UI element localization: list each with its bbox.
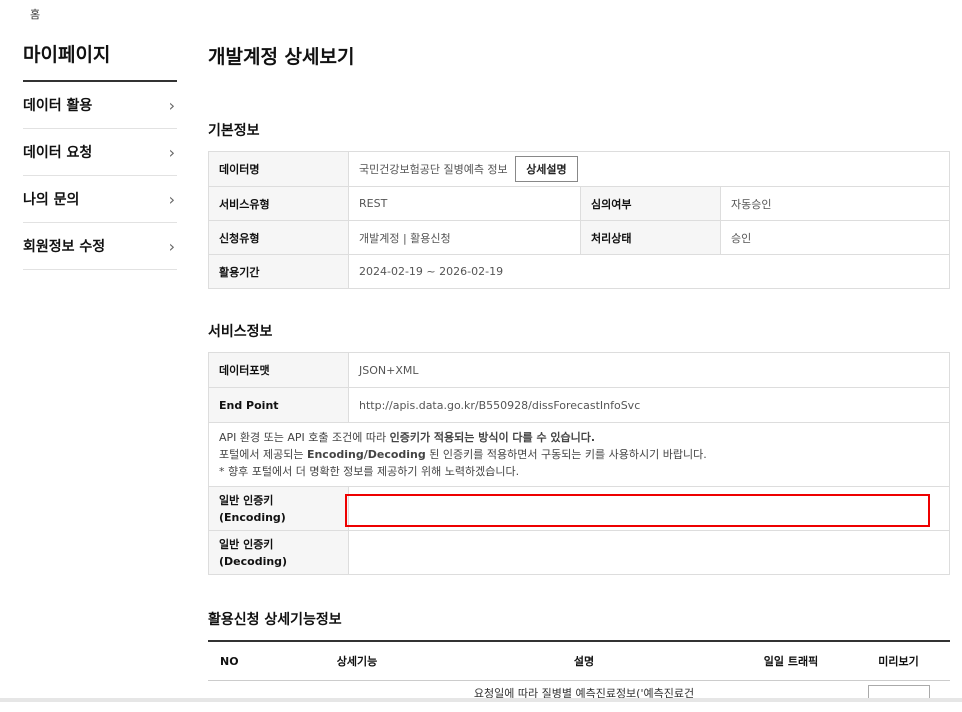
table-row: 요청일에 따라 질병별 예측진료정보('예측진료건 [208,681,950,712]
format-value: JSON+XML [349,353,950,388]
col-no-header: NO [208,641,281,681]
encoding-key-highlight-box [345,494,930,527]
col-detail-function-header: 상세기능 [281,641,433,681]
sidebar-item-data-request[interactable]: 데이터 요청 › [23,129,177,176]
chevron-right-icon: › [169,190,175,209]
sidebar-item-data-use[interactable]: 데이터 활용 › [23,82,177,129]
breadcrumb[interactable]: 홈 [30,6,40,22]
sidebar-item-edit-member[interactable]: 회원정보 수정 › [23,223,177,270]
chevron-right-icon: › [169,96,175,115]
period-value: 2024-02-19 ~ 2026-02-19 [349,255,950,289]
sidebar-item-label: 데이터 활용 [23,95,92,115]
service-info-table: 데이터포맷 JSON+XML End Point http://apis.dat… [208,352,950,575]
decoding-key-label: 일반 인증키(Decoding) [209,531,349,575]
status-label: 처리상태 [581,221,721,255]
review-label: 심의여부 [581,187,721,221]
col-description-header: 설명 [433,641,735,681]
period-label: 활용기간 [209,255,349,289]
data-name-label: 데이터명 [209,152,349,187]
endpoint-value[interactable]: http://apis.data.go.kr/B550928/dissForec… [349,388,950,423]
service-type-label: 서비스유형 [209,187,349,221]
endpoint-label: End Point [209,388,349,423]
row-description: 요청일에 따라 질병별 예측진료정보('예측진료건 [433,681,735,712]
review-value: 자동승인 [721,187,950,221]
sidebar-item-label: 나의 문의 [23,189,79,209]
feature-info-heading: 활용신청 상세기능정보 [208,609,342,629]
sidebar-item-my-inquiry[interactable]: 나의 문의 › [23,176,177,223]
sidebar-item-label: 데이터 요청 [23,142,92,162]
chevron-right-icon: › [169,143,175,162]
decoding-key-value[interactable] [349,531,950,575]
basic-info-table: 데이터명 국민건강보험공단 질병예측 정보 상세설명 서비스유형 REST 심의… [208,151,950,289]
col-preview-header: 미리보기 [847,641,950,681]
data-name-value: 국민건강보험공단 질병예측 정보 [359,163,508,176]
notice-line-3: * 향후 포털에서 더 명확한 정보를 제공하기 위해 노력하겠습니다. [219,463,939,480]
preview-button[interactable] [868,685,930,698]
sidebar: 마이페이지 데이터 활용 › 데이터 요청 › 나의 문의 › 회원정보 수정 … [23,40,177,270]
page-title: 개발계정 상세보기 [208,42,354,69]
service-info-heading: 서비스정보 [208,321,272,341]
status-value: 승인 [721,221,950,255]
format-label: 데이터포맷 [209,353,349,388]
apply-type-label: 신청유형 [209,221,349,255]
chevron-right-icon: › [169,237,175,256]
service-type-value: REST [349,187,581,221]
sidebar-title: 마이페이지 [23,40,177,82]
data-name-cell: 국민건강보험공단 질병예측 정보 상세설명 [349,152,950,187]
apply-type-value: 개발계정 | 활용신청 [349,221,581,255]
sidebar-item-label: 회원정보 수정 [23,236,105,256]
notice-line-1: API 환경 또는 API 호출 조건에 따라 인증키가 적용되는 방식이 다를… [219,429,939,446]
horizontal-scrollbar[interactable] [0,698,962,702]
detail-description-button[interactable]: 상세설명 [515,156,577,182]
auth-key-notice: API 환경 또는 API 호출 조건에 따라 인증키가 적용되는 방식이 다를… [209,423,950,487]
basic-info-heading: 기본정보 [208,120,260,140]
notice-line-2: 포털에서 제공되는 Encoding/Decoding 된 인증키를 적용하면서… [219,446,939,463]
encoding-key-label: 일반 인증키(Encoding) [209,487,349,531]
col-daily-traffic-header: 일일 트래픽 [735,641,847,681]
